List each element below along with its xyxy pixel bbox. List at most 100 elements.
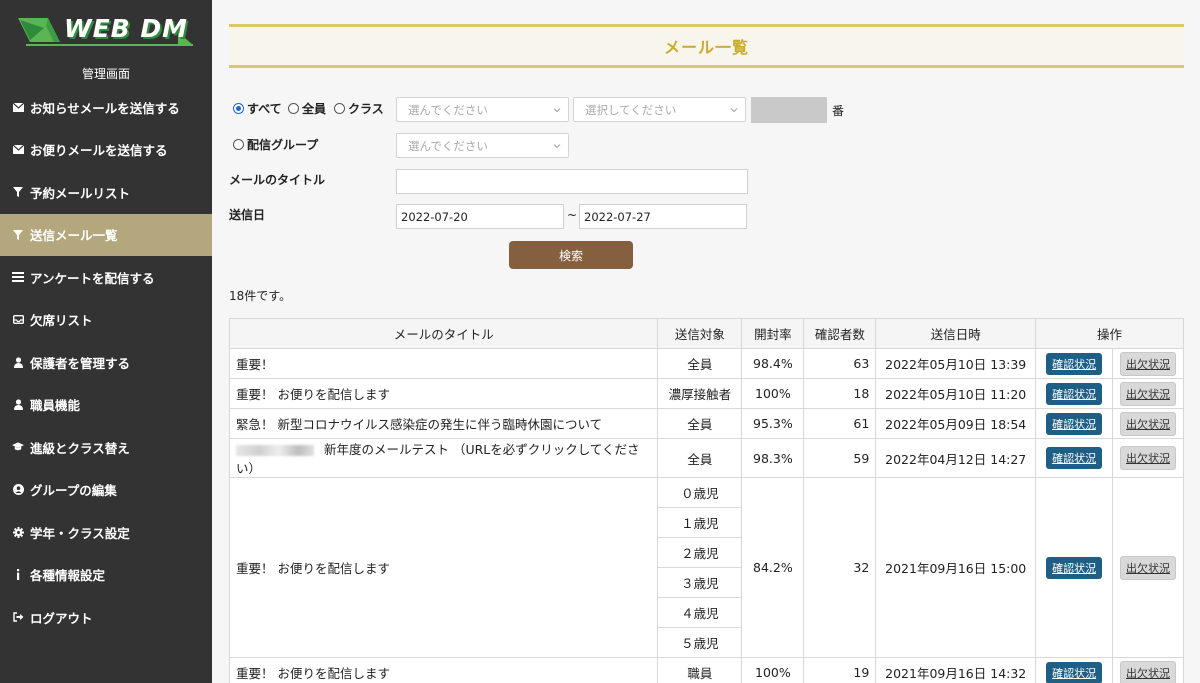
radio-everyone[interactable]: 全員 xyxy=(288,100,326,117)
sidebar-item-staff[interactable]: 職員機能 xyxy=(0,384,212,427)
header-target: 送信対象 xyxy=(657,318,743,349)
cell-target: ４歳児 xyxy=(657,597,743,628)
cell-confirm: 確認状況 xyxy=(1035,348,1114,379)
sidebar-item-send-letter[interactable]: お便りメールを送信する xyxy=(0,129,212,172)
radio-class[interactable]: クラス xyxy=(334,100,384,117)
cell-target: ２歳児 xyxy=(657,537,743,568)
date-from-input[interactable]: 2022-07-20 xyxy=(396,204,564,229)
sidebar-item-send-notice[interactable]: お知らせメールを送信する xyxy=(0,86,212,129)
title-input[interactable] xyxy=(396,169,748,194)
search-button[interactable]: 検索 xyxy=(509,241,633,269)
sidebar-item-sent-mail[interactable]: 送信メール一覧 xyxy=(0,213,212,256)
table-row: 重要！ 全員 98.4% 63 2022年05月10日 13:39 確認状況 出… xyxy=(228,348,1184,379)
confirm-status-button[interactable]: 確認状況 xyxy=(1046,556,1103,579)
table-row: 重要！ お便りを配信します 職員 100% 19 2021年09月16日 14:… xyxy=(228,657,1184,683)
cell-open-rate: 98.4% xyxy=(741,348,805,379)
cell-sent-at: 2022年05月10日 11:20 xyxy=(875,378,1037,409)
radio-circle xyxy=(233,139,244,150)
cell-attendance: 出欠状況 xyxy=(1112,348,1184,379)
sidebar-item-promotion[interactable]: 進級とクラス替え xyxy=(0,426,212,469)
sidebar-item-label: お知らせメールを送信する xyxy=(30,100,180,116)
confirm-status-button[interactable]: 確認状況 xyxy=(1046,447,1103,469)
sidebar-item-survey[interactable]: アンケートを配信する xyxy=(0,256,212,299)
date-to-input[interactable]: 2022-07-27 xyxy=(579,204,747,229)
cell-target: 職員 xyxy=(657,657,743,683)
header-actions: 操作 xyxy=(1035,318,1184,349)
cell-target: 全員 xyxy=(657,408,743,439)
radio-label: クラス xyxy=(348,102,384,116)
user-icon xyxy=(12,399,24,411)
attendance-status-button[interactable]: 出欠状況 xyxy=(1120,555,1177,580)
cell-confirmed: 19 xyxy=(803,657,877,683)
cell-sent-at: 2022年05月10日 13:39 xyxy=(875,348,1037,379)
radio-all[interactable]: すべて xyxy=(233,100,282,117)
cell-confirmed: 59 xyxy=(803,438,877,478)
cell-confirm: 確認状況 xyxy=(1035,378,1114,409)
sidebar-item-label: 送信メール一覧 xyxy=(30,228,118,244)
title-label: メールのタイトル xyxy=(229,173,326,187)
info-icon xyxy=(12,569,24,581)
header-confirmed: 確認者数 xyxy=(803,318,877,349)
cell-target: 全員 xyxy=(657,438,743,478)
cell-target: ３歳児 xyxy=(657,567,743,598)
radio-label: すべて xyxy=(247,102,282,116)
logo[interactable]: WEB DM xyxy=(18,14,198,48)
cell-title: 重要！ xyxy=(228,348,659,379)
cell-attendance: 出欠状況 xyxy=(1112,438,1184,478)
chevron-down-icon xyxy=(553,144,561,149)
sidebar-item-groups[interactable]: グループの編集 xyxy=(0,469,212,512)
redacted-text xyxy=(236,445,314,456)
attendance-status-button[interactable]: 出欠状況 xyxy=(1120,660,1177,683)
cell-confirm: 確認状況 xyxy=(1035,408,1114,439)
confirm-status-button[interactable]: 確認状況 xyxy=(1046,412,1103,435)
confirm-status-button[interactable]: 確認状況 xyxy=(1046,661,1103,683)
sidebar-item-guardians[interactable]: 保護者を管理する xyxy=(0,341,212,384)
sidebar-item-absence[interactable]: 欠席リスト xyxy=(0,299,212,342)
cell-title: 緊急！ 新型コロナウイルス感染症の発生に伴う臨時休園について xyxy=(228,408,659,439)
sidebar: WEB DM 管理画面 お知らせメールを送信する お便りメールを送信する 予約メ… xyxy=(0,0,212,683)
cell-target: ０歳児 xyxy=(657,477,743,508)
cell-confirmed: 18 xyxy=(803,378,877,409)
cell-target: 濃厚接触者 xyxy=(657,378,743,409)
attendance-status-button[interactable]: 出欠状況 xyxy=(1120,446,1177,470)
table-row: 重要！ お便りを配信します ０歳児 84.2% 32 2021年09月16日 1… xyxy=(228,477,1184,658)
sidebar-item-label: 各種情報設定 xyxy=(30,568,106,584)
radio-group[interactable]: 配信グループ xyxy=(233,136,318,153)
graduation-cap-icon xyxy=(12,441,24,453)
confirm-status-button[interactable]: 確認状況 xyxy=(1046,352,1103,375)
table-row: 緊急！ 新型コロナウイルス感染症の発生に伴う臨時休園について 全員 95.3% … xyxy=(228,408,1184,439)
date-separator: ~ xyxy=(567,208,578,222)
sidebar-item-class-settings[interactable]: 学年・クラス設定 xyxy=(0,511,212,554)
class-select-value: 選んでください xyxy=(408,102,488,117)
filter-icon xyxy=(12,186,24,198)
sidebar-item-label: ログアウト xyxy=(30,610,93,626)
sidebar-item-label: グループの編集 xyxy=(30,483,117,499)
user-icon xyxy=(12,356,24,368)
attendance-status-button[interactable]: 出欠状況 xyxy=(1120,381,1177,406)
sidebar-item-label: 進級とクラス替え xyxy=(30,440,130,456)
attendance-status-button[interactable]: 出欠状況 xyxy=(1120,351,1177,376)
number-select[interactable]: 選択してください xyxy=(573,97,746,122)
mail-table: メールのタイトル 送信対象 開封率 確認者数 送信日時 操作 重要！ 全員 98… xyxy=(228,318,1184,683)
sidebar-item-scheduled-mail[interactable]: 予約メールリスト xyxy=(0,171,212,214)
sidebar-item-label: 予約メールリスト xyxy=(30,185,131,201)
sidebar-item-info-settings[interactable]: 各種情報設定 xyxy=(0,554,212,597)
confirm-status-button[interactable]: 確認状況 xyxy=(1046,382,1103,405)
cell-target: 全員 xyxy=(657,348,743,379)
radio-circle xyxy=(288,103,299,114)
cell-confirmed: 61 xyxy=(803,408,877,439)
gear-icon xyxy=(12,526,24,538)
cell-open-rate: 95.3% xyxy=(741,408,805,439)
sidebar-item-logout[interactable]: ログアウト xyxy=(0,596,212,639)
group-select[interactable]: 選んでください xyxy=(396,133,569,158)
cell-attendance: 出欠状況 xyxy=(1112,477,1184,658)
user-circle-icon xyxy=(12,484,24,496)
cell-sent-at: 2021年09月16日 14:32 xyxy=(875,657,1037,683)
envelope-icon xyxy=(12,144,24,156)
attendance-status-button[interactable]: 出欠状況 xyxy=(1120,411,1177,436)
table-row: 新年度のメールテスト （URLを必ずクリックしてください） 全員 98.3% 5… xyxy=(228,438,1184,478)
cell-sent-at: 2022年04月12日 14:27 xyxy=(875,438,1037,478)
number-input[interactable] xyxy=(751,97,827,123)
cell-confirmed: 63 xyxy=(803,348,877,379)
class-select[interactable]: 選んでください xyxy=(396,97,569,122)
